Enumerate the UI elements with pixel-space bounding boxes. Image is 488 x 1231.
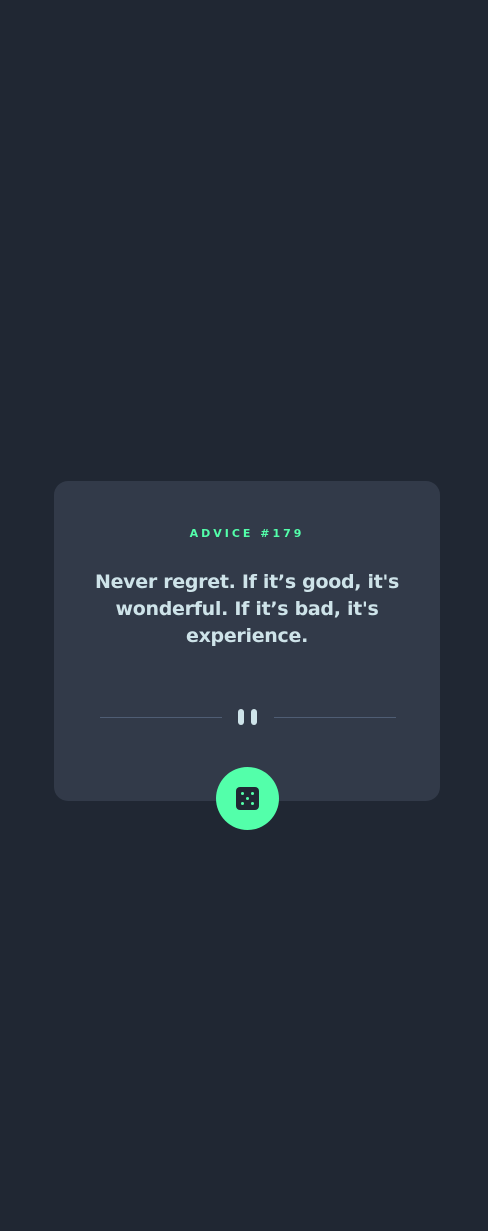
advice-card: ADVICE #179 Never regret. If it’s good, …: [54, 481, 440, 801]
new-advice-button[interactable]: [216, 767, 279, 830]
advice-id: ADVICE #179: [189, 527, 305, 540]
divider-line-left: [100, 717, 222, 718]
divider-line-right: [274, 717, 396, 718]
dice-icon: [236, 787, 259, 810]
pause-icon: [238, 709, 258, 725]
advice-quote: Never regret. If it’s good, it's wonderf…: [94, 571, 400, 647]
divider: [100, 709, 396, 725]
